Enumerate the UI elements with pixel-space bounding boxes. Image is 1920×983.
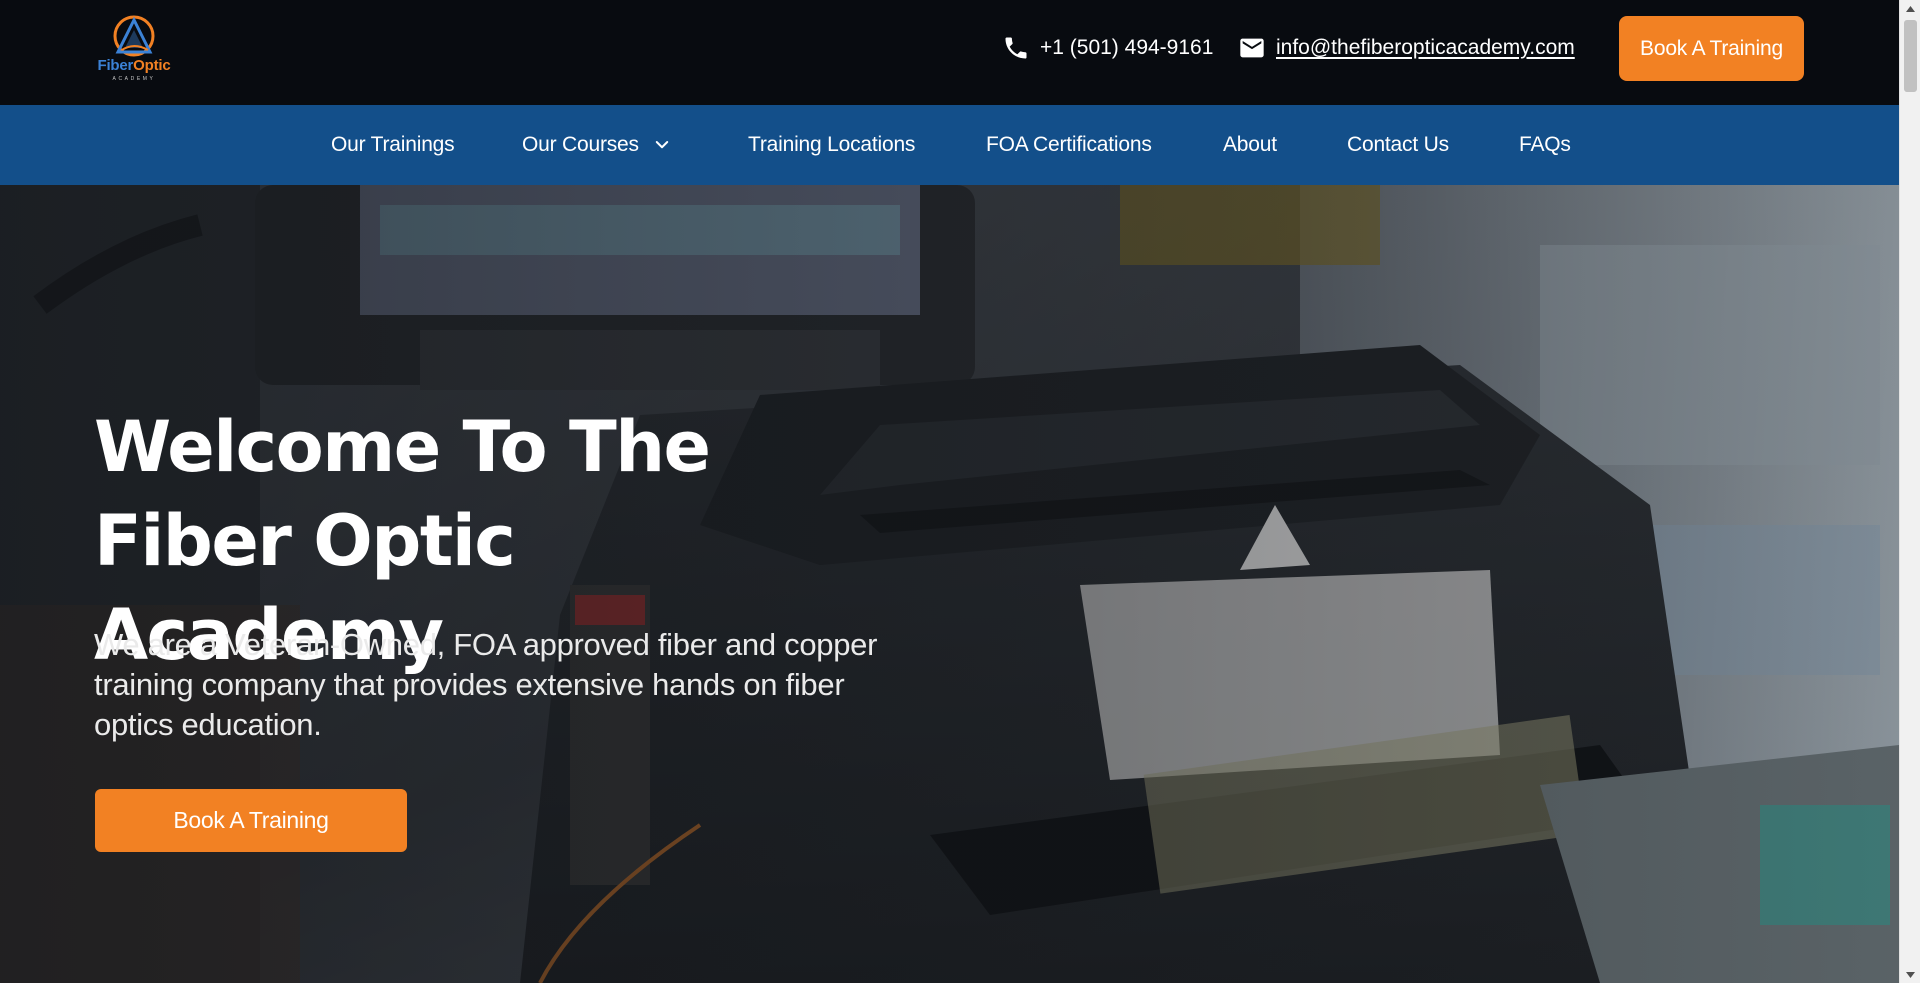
- nav-item-our-trainings[interactable]: Our Trainings: [331, 105, 455, 185]
- site-logo[interactable]: FiberOptic ACADEMY: [92, 14, 176, 84]
- scrollbar-thumb[interactable]: [1904, 20, 1917, 92]
- nav-item-label: FOA Certifications: [986, 133, 1152, 156]
- nav-item-our-courses[interactable]: Our Courses: [522, 105, 671, 185]
- email-link[interactable]: info@thefiberopticacademy.com: [1238, 33, 1575, 63]
- nav-item-about[interactable]: About: [1223, 105, 1277, 185]
- email-address: info@thefiberopticacademy.com: [1276, 36, 1575, 59]
- hero-section: Welcome To The Fiber Optic Academy We ar…: [0, 185, 1899, 983]
- logo-mark-icon: [113, 15, 155, 57]
- nav-item-training-locations[interactable]: Training Locations: [748, 105, 915, 185]
- nav-item-label: Our Trainings: [331, 133, 455, 156]
- nav-item-contact-us[interactable]: Contact Us: [1347, 105, 1449, 185]
- scroll-down-arrow-icon[interactable]: [1900, 966, 1920, 983]
- hero-subtitle: We are a Veteran-Owned, FOA approved fib…: [94, 627, 878, 742]
- top-bar: FiberOptic ACADEMY +1 (501) 494-9161 inf…: [0, 0, 1899, 105]
- nav-item-label: Our Courses: [522, 133, 639, 156]
- scroll-up-arrow-icon[interactable]: [1900, 0, 1920, 17]
- chevron-down-icon: [655, 141, 669, 149]
- nav-item-label: Contact Us: [1347, 133, 1449, 156]
- phone-number: +1 (501) 494-9161: [1040, 36, 1214, 59]
- main-nav: Our Trainings Our Courses Training Locat…: [0, 105, 1899, 185]
- page-scrollbar[interactable]: [1899, 0, 1920, 983]
- phone-link[interactable]: +1 (501) 494-9161: [1002, 33, 1213, 63]
- nav-item-label: FAQs: [1519, 133, 1571, 156]
- nav-item-foa-certifications[interactable]: FOA Certifications: [986, 105, 1152, 185]
- nav-item-label: About: [1223, 133, 1277, 156]
- logo-subtitle: ACADEMY: [112, 76, 156, 82]
- logo-wordmark: FiberOptic: [97, 57, 171, 74]
- page-viewport: FiberOptic ACADEMY +1 (501) 494-9161 inf…: [0, 0, 1899, 983]
- phone-icon: [1005, 37, 1027, 59]
- mail-icon: [1240, 38, 1264, 58]
- book-training-button-header[interactable]: Book A Training: [1619, 16, 1804, 81]
- nav-item-label: Training Locations: [748, 133, 916, 156]
- nav-item-faqs[interactable]: FAQs: [1519, 105, 1571, 185]
- book-training-button-hero[interactable]: Book A Training: [95, 789, 407, 852]
